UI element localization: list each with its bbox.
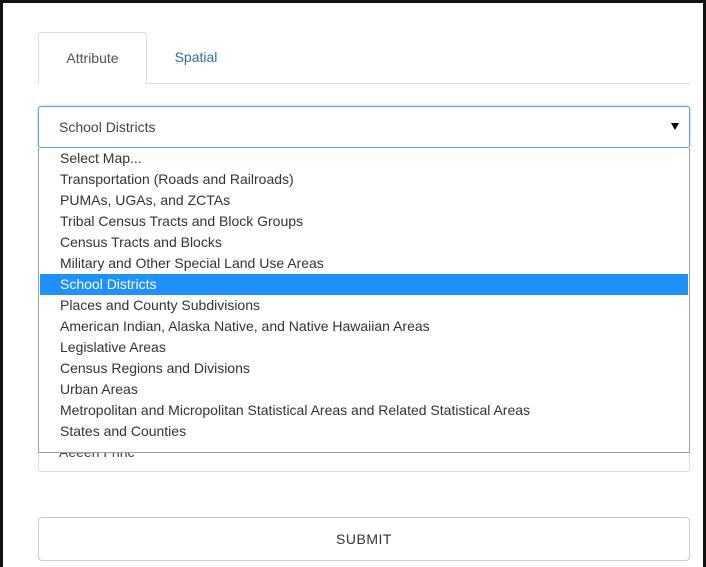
dropdown-option-select-map[interactable]: Select Map...	[40, 148, 688, 169]
dropdown-option-american-indian[interactable]: American Indian, Alaska Native, and Nati…	[40, 316, 688, 337]
frame-border-top	[0, 0, 706, 3]
map-select-value: School Districts	[59, 119, 156, 135]
dropdown-option-legislative[interactable]: Legislative Areas	[40, 337, 688, 358]
caret-down-icon	[671, 123, 679, 130]
dropdown-option-military[interactable]: Military and Other Special Land Use Area…	[40, 253, 688, 274]
submit-button[interactable]: SUBMIT	[38, 517, 690, 561]
dropdown-option-states-counties[interactable]: States and Counties	[40, 421, 688, 442]
tab-spatial[interactable]: Spatial	[156, 32, 236, 84]
frame-border-left	[0, 0, 3, 567]
dropdown-option-census-regions[interactable]: Census Regions and Divisions	[40, 358, 688, 379]
dropdown-option-urban-areas[interactable]: Urban Areas	[40, 379, 688, 400]
dropdown-option-census-tracts[interactable]: Census Tracts and Blocks	[40, 232, 688, 253]
dropdown-option-tribal-census[interactable]: Tribal Census Tracts and Block Groups	[40, 211, 688, 232]
dropdown-option-places[interactable]: Places and County Subdivisions	[40, 295, 688, 316]
map-select[interactable]: School Districts	[38, 106, 690, 148]
tab-bar: Attribute Spatial	[38, 32, 690, 84]
tab-attribute[interactable]: Attribute	[38, 32, 147, 84]
dropdown-option-school-districts[interactable]: School Districts	[40, 274, 688, 295]
dropdown-option-pumas[interactable]: PUMAs, UGAs, and ZCTAs	[40, 190, 688, 211]
dropdown-option-transportation[interactable]: Transportation (Roads and Railroads)	[40, 169, 688, 190]
map-select-dropdown: Select Map... Transportation (Roads and …	[38, 148, 690, 453]
dropdown-option-metropolitan[interactable]: Metropolitan and Micropolitan Statistica…	[40, 400, 688, 421]
